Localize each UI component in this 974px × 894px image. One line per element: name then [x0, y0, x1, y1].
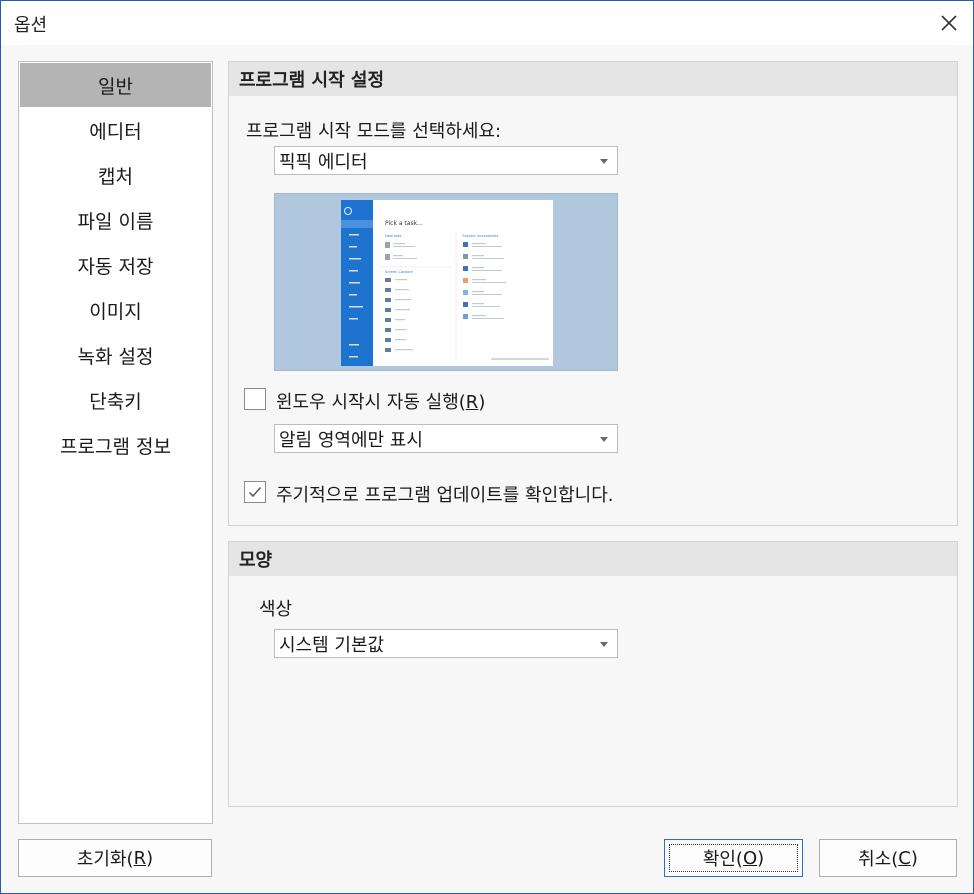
appearance-header: 모양	[229, 542, 957, 576]
sidebar-item-editor[interactable]: 에디터	[20, 108, 211, 152]
autorun-label-suffix: )	[478, 392, 486, 413]
preview-accessories-title: Graphic Accessories	[462, 234, 498, 238]
sidebar-item-capture[interactable]: 캡처	[20, 153, 211, 197]
editor-preview-image: Pick a task... New task Screen Capture G…	[341, 200, 553, 366]
update-check-checkbox[interactable]	[244, 481, 266, 503]
cancel-button[interactable]: 취소(C)	[819, 839, 957, 877]
sidebar-item-recording[interactable]: 녹화 설정	[20, 333, 211, 377]
chevron-down-icon	[600, 642, 608, 647]
autorun-label-text: 윈도우 시작시 자동 실행(	[276, 392, 466, 413]
color-theme-value: 시스템 기본값	[279, 634, 385, 656]
color-theme-select[interactable]: 시스템 기본값	[274, 629, 618, 658]
focus-rectangle	[669, 844, 798, 872]
category-sidebar: 일반 에디터 캡처 파일 이름 자동 저장 이미지 녹화 설정 단축키 프로그램…	[18, 61, 213, 824]
preview-heading: Pick a task...	[385, 220, 423, 227]
sidebar-item-file-name[interactable]: 파일 이름	[20, 198, 211, 242]
reset-button-suffix: )	[146, 847, 154, 869]
startup-settings-header: 프로그램 시작 설정	[229, 62, 957, 96]
startup-settings-panel: 프로그램 시작 설정 프로그램 시작 모드를 선택하세요: 픽픽 에디터 Pic…	[228, 61, 958, 526]
autorun-mnemonic: R	[465, 392, 479, 413]
startup-mode-label: 프로그램 시작 모드를 선택하세요:	[246, 121, 502, 142]
chevron-down-icon	[600, 437, 608, 442]
title-bar: 옵션	[1, 1, 973, 45]
startup-mode-preview: Pick a task... New task Screen Capture G…	[274, 193, 618, 371]
close-button[interactable]	[931, 7, 967, 39]
cancel-button-label: 취소(	[858, 849, 899, 870]
autorun-label: 윈도우 시작시 자동 실행(R)	[276, 388, 485, 414]
check-icon	[248, 487, 262, 498]
tray-mode-value: 알림 영역에만 표시	[279, 429, 423, 451]
startup-mode-value: 픽픽 에디터	[279, 151, 368, 173]
preview-capture-title: Screen Capture	[385, 270, 414, 274]
color-label: 색상	[259, 599, 293, 620]
update-check-label: 주기적으로 프로그램 업데이트를 확인합니다.	[276, 485, 614, 506]
sidebar-item-auto-save[interactable]: 자동 저장	[20, 243, 211, 287]
sidebar-item-image[interactable]: 이미지	[20, 288, 211, 332]
cancel-button-suffix: )	[910, 847, 918, 869]
preview-new-task-title: New task	[385, 234, 402, 238]
options-dialog: 옵션 일반 에디터 캡처 파일 이름 자동 저장 이미지 녹화 설정 단축키 프…	[0, 0, 974, 894]
ok-button[interactable]: 확인(O)	[664, 839, 803, 877]
appearance-panel: 모양 색상 시스템 기본값	[228, 541, 958, 807]
reset-button-label: 초기화(	[76, 849, 134, 870]
sidebar-item-general[interactable]: 일반	[20, 63, 211, 107]
reset-mnemonic: R	[133, 847, 147, 869]
reset-button[interactable]: 초기화(R)	[18, 839, 212, 877]
cancel-mnemonic: C	[898, 847, 911, 869]
sidebar-item-about[interactable]: 프로그램 정보	[20, 423, 211, 467]
close-icon[interactable]	[940, 14, 958, 32]
autorun-checkbox[interactable]	[244, 388, 266, 410]
window-title: 옵션	[14, 15, 48, 36]
sidebar-item-shortcuts[interactable]: 단축키	[20, 378, 211, 422]
tray-mode-select[interactable]: 알림 영역에만 표시	[274, 424, 618, 453]
chevron-down-icon	[600, 159, 608, 164]
startup-mode-select[interactable]: 픽픽 에디터	[274, 146, 618, 175]
